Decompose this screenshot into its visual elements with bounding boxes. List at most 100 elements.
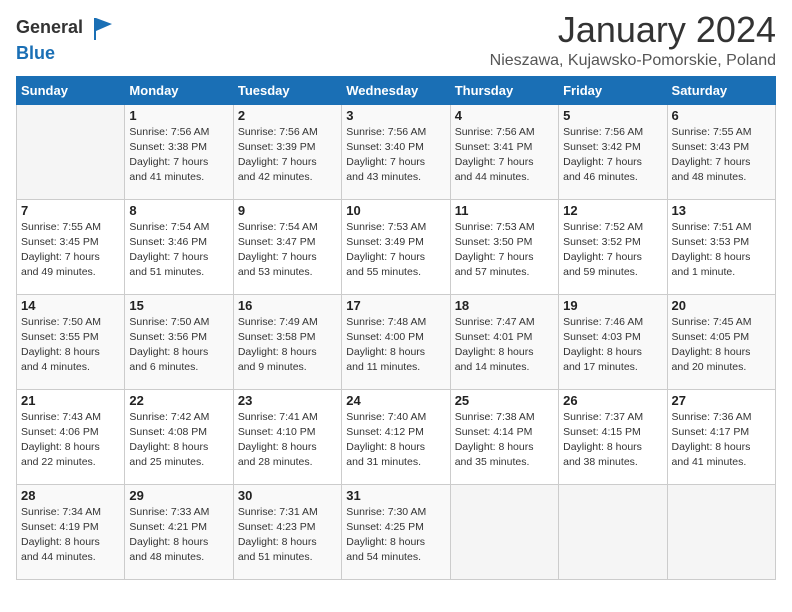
location-title: Nieszawa, Kujawsko-Pomorskie, Poland	[490, 52, 776, 70]
day-number: 12	[563, 203, 662, 218]
day-number: 20	[672, 298, 771, 313]
calendar-cell: 26 Sunrise: 7:37 AMSunset: 4:15 PMDayligh…	[559, 389, 667, 484]
logo-blue-line: Blue	[16, 44, 120, 64]
day-number: 18	[455, 298, 554, 313]
calendar-cell: 10 Sunrise: 7:53 AMSunset: 3:49 PMDayligh…	[342, 199, 450, 294]
calendar-cell: 4 Sunrise: 7:56 AMSunset: 3:41 PMDaylight…	[450, 104, 558, 199]
month-title: January 2024	[490, 10, 776, 50]
calendar-week-5: 28 Sunrise: 7:34 AMSunset: 4:19 PMDayligh…	[17, 484, 776, 579]
calendar-cell	[667, 484, 775, 579]
day-number: 15	[129, 298, 228, 313]
weekday-header-wednesday: Wednesday	[342, 76, 450, 104]
day-info: Sunrise: 7:37 AMSunset: 4:15 PMDaylight:…	[563, 410, 662, 471]
day-info: Sunrise: 7:48 AMSunset: 4:00 PMDaylight:…	[346, 315, 445, 376]
calendar-cell: 1 Sunrise: 7:56 AMSunset: 3:38 PMDaylight…	[125, 104, 233, 199]
logo: General Blue	[16, 14, 120, 64]
day-info: Sunrise: 7:56 AMSunset: 3:39 PMDaylight:…	[238, 125, 337, 186]
day-number: 14	[21, 298, 120, 313]
day-info: Sunrise: 7:45 AMSunset: 4:05 PMDaylight:…	[672, 315, 771, 376]
day-info: Sunrise: 7:52 AMSunset: 3:52 PMDaylight:…	[563, 220, 662, 281]
day-number: 6	[672, 108, 771, 123]
day-info: Sunrise: 7:30 AMSunset: 4:25 PMDaylight:…	[346, 505, 445, 566]
calendar-cell: 25Sunrise: 7:38 AMSunset: 4:14 PMDayligh…	[450, 389, 558, 484]
day-info: Sunrise: 7:56 AMSunset: 3:40 PMDaylight:…	[346, 125, 445, 186]
day-info: Sunrise: 7:33 AMSunset: 4:21 PMDaylight:…	[129, 505, 228, 566]
day-info: Sunrise: 7:34 AMSunset: 4:19 PMDaylight:…	[21, 505, 120, 566]
calendar-cell: 30Sunrise: 7:31 AMSunset: 4:23 PMDayligh…	[233, 484, 341, 579]
day-info: Sunrise: 7:56 AMSunset: 3:41 PMDaylight:…	[455, 125, 554, 186]
day-number: 19	[563, 298, 662, 313]
day-number: 24	[346, 393, 445, 408]
day-number: 8	[129, 203, 228, 218]
calendar-cell: 28 Sunrise: 7:34 AMSunset: 4:19 PMDayligh…	[17, 484, 125, 579]
day-number: 17	[346, 298, 445, 313]
day-number: 30	[238, 488, 337, 503]
day-info: Sunrise: 7:50 AMSunset: 3:55 PMDaylight:…	[21, 315, 120, 376]
day-number: 4	[455, 108, 554, 123]
calendar-cell: 16Sunrise: 7:49 AMSunset: 3:58 PMDayligh…	[233, 294, 341, 389]
calendar-cell	[450, 484, 558, 579]
calendar-cell: 19Sunrise: 7:46 AMSunset: 4:03 PMDayligh…	[559, 294, 667, 389]
calendar-cell: 8Sunrise: 7:54 AMSunset: 3:46 PMDaylight…	[125, 199, 233, 294]
day-number: 22	[129, 393, 228, 408]
day-number: 1	[129, 108, 228, 123]
day-info: Sunrise: 7:51 AMSunset: 3:53 PMDaylight:…	[672, 220, 771, 281]
calendar-cell: 27Sunrise: 7:36 AMSunset: 4:17 PMDayligh…	[667, 389, 775, 484]
calendar-table: SundayMondayTuesdayWednesdayThursdayFrid…	[16, 76, 776, 580]
calendar-cell: 18 Sunrise: 7:47 AMSunset: 4:01 PMDayligh…	[450, 294, 558, 389]
day-info: Sunrise: 7:53 AMSunset: 3:49 PMDaylight:…	[346, 220, 445, 281]
day-number: 13	[672, 203, 771, 218]
calendar-cell: 15Sunrise: 7:50 AMSunset: 3:56 PMDayligh…	[125, 294, 233, 389]
day-number: 23	[238, 393, 337, 408]
calendar-week-4: 21 Sunrise: 7:43 AMSunset: 4:06 PMDayligh…	[17, 389, 776, 484]
day-number: 2	[238, 108, 337, 123]
day-number: 3	[346, 108, 445, 123]
day-info: Sunrise: 7:42 AMSunset: 4:08 PMDaylight:…	[129, 410, 228, 471]
calendar-cell: 3 Sunrise: 7:56 AMSunset: 3:40 PMDaylight…	[342, 104, 450, 199]
day-number: 16	[238, 298, 337, 313]
calendar-cell: 20 Sunrise: 7:45 AMSunset: 4:05 PMDayligh…	[667, 294, 775, 389]
day-number: 9	[238, 203, 337, 218]
day-info: Sunrise: 7:40 AMSunset: 4:12 PMDaylight:…	[346, 410, 445, 471]
calendar-cell: 24 Sunrise: 7:40 AMSunset: 4:12 PMDayligh…	[342, 389, 450, 484]
weekday-header-sunday: Sunday	[17, 76, 125, 104]
logo-flag-icon	[90, 14, 120, 44]
weekday-header-tuesday: Tuesday	[233, 76, 341, 104]
calendar-cell	[17, 104, 125, 199]
calendar-cell: 31Sunrise: 7:30 AMSunset: 4:25 PMDayligh…	[342, 484, 450, 579]
day-number: 7	[21, 203, 120, 218]
day-number: 21	[21, 393, 120, 408]
day-info: Sunrise: 7:56 AMSunset: 3:38 PMDaylight:…	[129, 125, 228, 186]
calendar-week-3: 14 Sunrise: 7:50 AMSunset: 3:55 PMDayligh…	[17, 294, 776, 389]
calendar-cell: 11Sunrise: 7:53 AMSunset: 3:50 PMDayligh…	[450, 199, 558, 294]
page-header: General Blue January 2024 Nieszawa, Kuja…	[16, 10, 776, 70]
calendar-cell: 7 Sunrise: 7:55 AMSunset: 3:45 PMDaylight…	[17, 199, 125, 294]
day-number: 27	[672, 393, 771, 408]
weekday-header-friday: Friday	[559, 76, 667, 104]
calendar-cell: 23Sunrise: 7:41 AMSunset: 4:10 PMDayligh…	[233, 389, 341, 484]
title-block: January 2024 Nieszawa, Kujawsko-Pomorski…	[490, 10, 776, 70]
day-info: Sunrise: 7:53 AMSunset: 3:50 PMDaylight:…	[455, 220, 554, 281]
calendar-cell	[559, 484, 667, 579]
logo-general: General	[16, 14, 120, 44]
day-number: 10	[346, 203, 445, 218]
day-info: Sunrise: 7:55 AMSunset: 3:45 PMDaylight:…	[21, 220, 120, 281]
day-info: Sunrise: 7:43 AMSunset: 4:06 PMDaylight:…	[21, 410, 120, 471]
calendar-cell: 9Sunrise: 7:54 AMSunset: 3:47 PMDaylight…	[233, 199, 341, 294]
weekday-header-thursday: Thursday	[450, 76, 558, 104]
weekday-header-saturday: Saturday	[667, 76, 775, 104]
calendar-cell: 21 Sunrise: 7:43 AMSunset: 4:06 PMDayligh…	[17, 389, 125, 484]
calendar-cell: 2 Sunrise: 7:56 AMSunset: 3:39 PMDaylight…	[233, 104, 341, 199]
day-info: Sunrise: 7:38 AMSunset: 4:14 PMDaylight:…	[455, 410, 554, 471]
day-number: 29	[129, 488, 228, 503]
calendar-cell: 13 Sunrise: 7:51 AMSunset: 3:53 PMDayligh…	[667, 199, 775, 294]
calendar-week-1: 1 Sunrise: 7:56 AMSunset: 3:38 PMDaylight…	[17, 104, 776, 199]
day-info: Sunrise: 7:56 AMSunset: 3:42 PMDaylight:…	[563, 125, 662, 186]
day-number: 26	[563, 393, 662, 408]
day-number: 28	[21, 488, 120, 503]
calendar-cell: 22 Sunrise: 7:42 AMSunset: 4:08 PMDayligh…	[125, 389, 233, 484]
day-info: Sunrise: 7:47 AMSunset: 4:01 PMDaylight:…	[455, 315, 554, 376]
calendar-cell: 29 Sunrise: 7:33 AMSunset: 4:21 PMDayligh…	[125, 484, 233, 579]
calendar-cell: 5Sunrise: 7:56 AMSunset: 3:42 PMDaylight…	[559, 104, 667, 199]
calendar-cell: 17 Sunrise: 7:48 AMSunset: 4:00 PMDayligh…	[342, 294, 450, 389]
